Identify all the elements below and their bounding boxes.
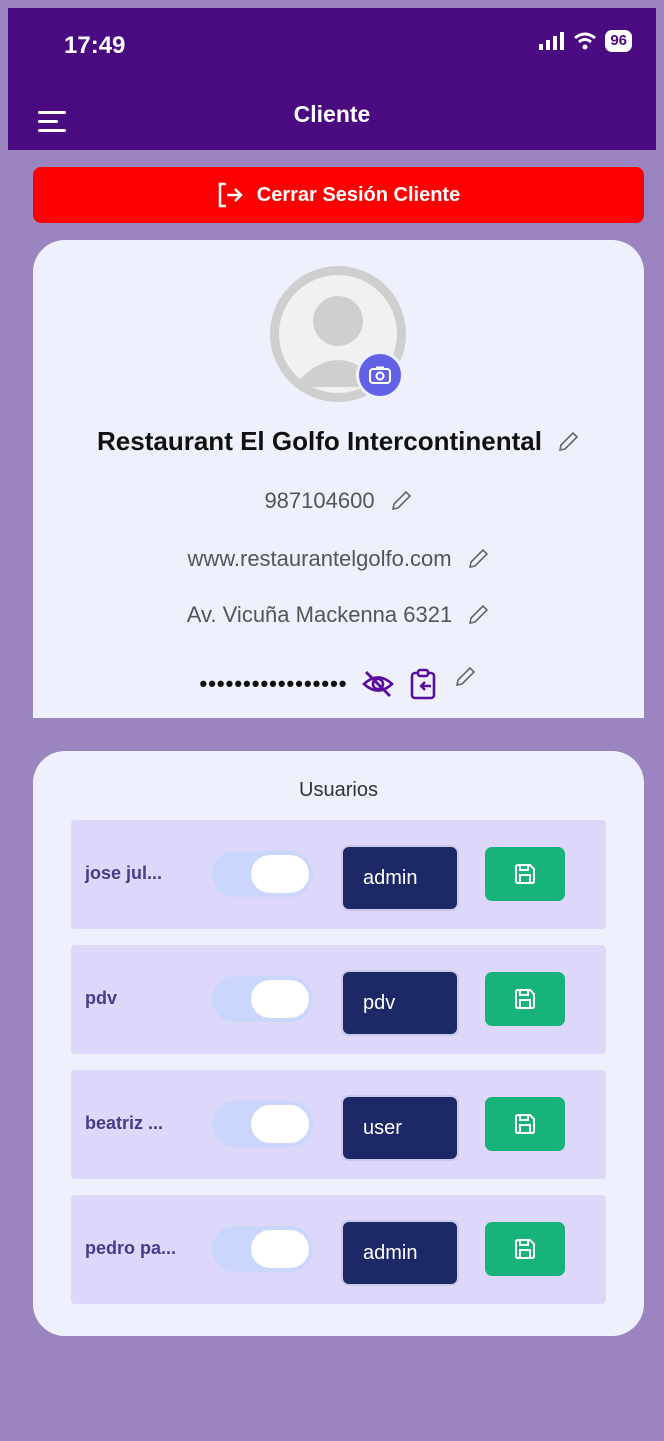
save-user-button[interactable] bbox=[485, 1097, 565, 1151]
client-phone: 987104600 bbox=[264, 488, 375, 513]
toggle-knob bbox=[251, 1230, 309, 1268]
user-role-select[interactable]: pdv bbox=[341, 970, 459, 1036]
user-row: jose jul... admin bbox=[71, 820, 606, 929]
user-row: pedro pa... admin bbox=[71, 1195, 606, 1304]
save-icon bbox=[515, 989, 535, 1009]
toggle-knob bbox=[251, 1105, 309, 1143]
toggle-knob bbox=[251, 855, 309, 893]
edit-password-pencil-icon[interactable] bbox=[453, 665, 477, 689]
user-role-select[interactable]: admin bbox=[341, 1220, 459, 1286]
profile-card: Restaurant El Golfo Intercontinental 987… bbox=[33, 240, 644, 718]
client-name: Restaurant El Golfo Intercontinental bbox=[97, 426, 542, 456]
user-row: pdv pdv bbox=[71, 945, 606, 1054]
password-row: ••••••••••••••••• bbox=[33, 665, 644, 700]
edit-name-pencil-icon[interactable] bbox=[556, 430, 580, 454]
save-icon bbox=[515, 1114, 535, 1134]
page-title: Cliente bbox=[293, 101, 371, 127]
user-role-select[interactable]: admin bbox=[341, 845, 459, 911]
edit-phone-pencil-icon[interactable] bbox=[389, 489, 413, 513]
user-active-toggle[interactable] bbox=[212, 1226, 313, 1272]
name-row: Restaurant El Golfo Intercontinental bbox=[33, 426, 644, 457]
save-icon bbox=[515, 864, 535, 884]
logout-label: Cerrar Sesión Cliente bbox=[256, 183, 461, 206]
password-masked: ••••••••••••••••• bbox=[199, 671, 348, 696]
header-bar: Cliente bbox=[8, 83, 656, 150]
app-header: 17:49 96 Cliente bbox=[8, 8, 656, 150]
user-active-toggle[interactable] bbox=[212, 851, 313, 897]
save-user-button[interactable] bbox=[485, 1222, 565, 1276]
user-name: pedro pa... bbox=[85, 1238, 177, 1258]
user-active-toggle[interactable] bbox=[212, 1101, 313, 1147]
logout-button[interactable]: Cerrar Sesión Cliente bbox=[33, 167, 644, 223]
user-name: beatriz ... bbox=[85, 1113, 164, 1133]
battery-indicator: 96 bbox=[605, 30, 632, 52]
status-bar: 17:49 96 bbox=[8, 8, 656, 83]
status-time: 17:49 bbox=[64, 32, 126, 59]
camera-icon bbox=[369, 366, 391, 384]
copy-clipboard-icon[interactable] bbox=[409, 668, 439, 700]
change-photo-button[interactable] bbox=[356, 351, 404, 399]
signal-icon bbox=[539, 32, 565, 50]
logout-icon bbox=[218, 182, 243, 208]
users-title: Usuarios bbox=[299, 779, 378, 801]
user-name: pdv bbox=[85, 988, 118, 1008]
phone-row: 987104600 bbox=[33, 488, 644, 514]
save-user-button[interactable] bbox=[485, 972, 565, 1026]
client-website: www.restaurantelgolfo.com bbox=[187, 546, 452, 571]
website-row: www.restaurantelgolfo.com bbox=[33, 546, 644, 572]
eye-off-icon[interactable] bbox=[361, 669, 395, 699]
user-role-select[interactable]: user bbox=[341, 1095, 459, 1161]
status-icons: 96 bbox=[539, 30, 632, 52]
client-address: Av. Vicuña Mackenna 6321 bbox=[186, 602, 453, 627]
address-row: Av. Vicuña Mackenna 6321 bbox=[33, 602, 644, 628]
save-icon bbox=[515, 1239, 535, 1259]
user-name: jose jul... bbox=[85, 863, 163, 883]
users-card: Usuarios jose jul... admin pdv pdv beatr… bbox=[33, 751, 644, 1336]
toggle-knob bbox=[251, 980, 309, 1018]
user-row: beatriz ... user bbox=[71, 1070, 606, 1179]
edit-website-pencil-icon[interactable] bbox=[466, 547, 490, 571]
edit-address-pencil-icon[interactable] bbox=[466, 603, 490, 627]
user-active-toggle[interactable] bbox=[212, 976, 313, 1022]
wifi-icon bbox=[574, 32, 597, 50]
save-user-button[interactable] bbox=[485, 847, 565, 901]
